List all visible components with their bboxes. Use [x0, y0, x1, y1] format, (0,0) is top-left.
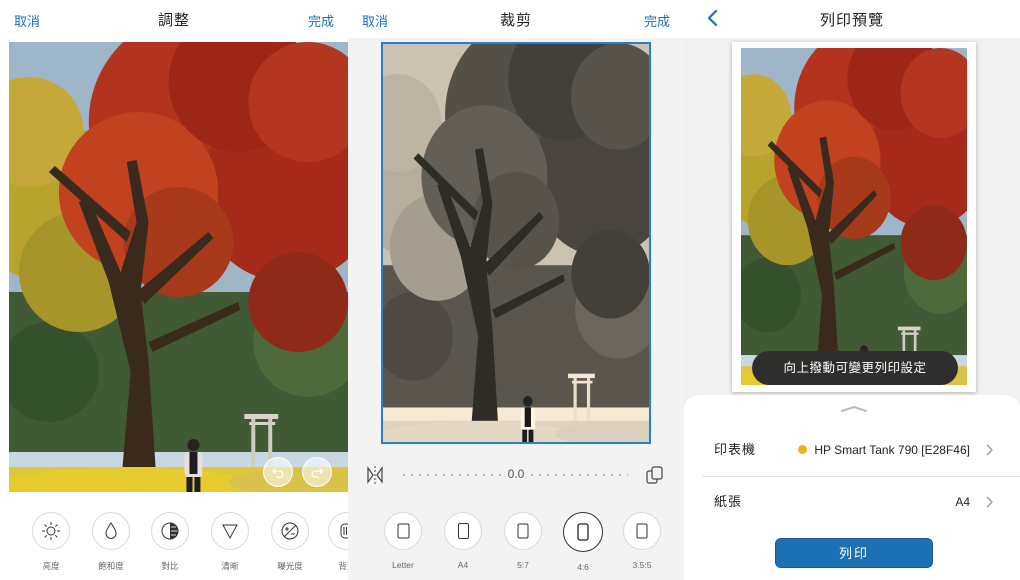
sun-icon [32, 512, 70, 550]
undo-button[interactable] [263, 457, 293, 487]
exposure-icon [271, 512, 309, 550]
adjust-title: 調整 [157, 12, 190, 29]
adjust-screen: 取消 調整 完成 亮度 飽和度 對比 清晰 曝光度 背 [0, 0, 348, 580]
tool-saturation[interactable]: 飽和度 [83, 512, 139, 572]
tool-label: 曝光度 [277, 561, 303, 571]
tool-label: 對比 [161, 561, 179, 571]
swipe-tooltip: 向上撥動可變更列印設定 [752, 351, 958, 385]
printer-label: 印表機 [714, 442, 757, 457]
crop-screen: 取消 裁剪 完成 0.0 Letter A4 5:7 4:6 3.5:5 [348, 0, 684, 580]
portrait-rect-icon [563, 512, 603, 552]
aspect-letter[interactable]: Letter [375, 512, 431, 570]
tool-label: 清晰 [221, 561, 239, 571]
portrait-rect-icon [504, 512, 542, 550]
aspect-ratio-row: Letter A4 5:7 4:6 3.5:5 [348, 512, 684, 580]
preview-topbar: 列印預覽 [684, 0, 1020, 38]
aspect-4-6[interactable]: 4:6 [555, 512, 611, 572]
aspect-5-7[interactable]: 5:7 [495, 512, 551, 570]
contrast-icon [151, 512, 189, 550]
chevron-right-icon [986, 444, 993, 456]
portrait-rect-icon [444, 512, 482, 550]
adjust-done-button[interactable]: 完成 [308, 11, 334, 30]
paper-value: A4 [955, 495, 970, 509]
adjust-topbar: 取消 調整 完成 [0, 0, 348, 38]
tool-label: 背形 [338, 561, 348, 571]
crop-done-button[interactable]: 完成 [644, 11, 670, 30]
undo-icon [271, 468, 284, 478]
aspect-a4[interactable]: A4 [435, 512, 491, 570]
tool-clarity[interactable]: 清晰 [202, 512, 258, 572]
print-button[interactable]: 列印 [775, 538, 933, 568]
tool-vignette[interactable]: 背形 [319, 512, 348, 572]
redo-button[interactable] [302, 457, 332, 487]
print-preview-page [732, 42, 976, 392]
crop-topbar: 取消 裁剪 完成 [348, 0, 684, 38]
drag-handle-icon[interactable] [840, 405, 868, 413]
portrait-rect-icon [384, 512, 422, 550]
aspect-label: A4 [457, 560, 469, 570]
preview-title: 列印預覽 [819, 12, 884, 29]
rotate-icon[interactable] [644, 464, 666, 486]
tool-exposure[interactable]: 曝光度 [262, 512, 318, 572]
portrait-rect-icon [623, 512, 661, 550]
aspect-label: 5:7 [517, 560, 529, 570]
tool-label: 飽和度 [98, 561, 124, 571]
paper-label: 紙張 [714, 494, 743, 509]
printer-status-dot [798, 445, 808, 454]
printer-value: HP Smart Tank 790 [E28F46] [814, 443, 970, 457]
tool-label: 亮度 [42, 561, 60, 571]
redo-icon [311, 468, 324, 478]
chevron-right-icon [986, 496, 993, 508]
adjust-photo [9, 42, 348, 492]
rotation-slider[interactable]: 0.0 [348, 452, 684, 498]
aspect-label: 3.5:5 [632, 560, 652, 570]
tool-brightness[interactable]: 亮度 [23, 512, 79, 572]
printer-row[interactable]: 印表機 HP Smart Tank 790 [E28F46] [684, 425, 1020, 475]
droplet-icon [92, 512, 130, 550]
crop-title: 裁剪 [499, 12, 532, 29]
vignette-icon [328, 512, 348, 550]
crop-photo [382, 43, 650, 443]
print-preview-screen: 列印預覽 向上撥動可變更列印設定 印表機 HP Smart Tank 790 [… [684, 0, 1020, 580]
aspect-label: Letter [392, 560, 414, 570]
preview-photo [741, 48, 967, 385]
rotation-value: 0.0 [501, 467, 531, 481]
aspect-3-5-5[interactable]: 3.5:5 [614, 512, 670, 570]
tool-contrast[interactable]: 對比 [142, 512, 198, 572]
triangle-icon [211, 512, 249, 550]
adjust-tool-row: 亮度 飽和度 對比 清晰 曝光度 背 [0, 512, 348, 580]
aspect-label: 4:6 [577, 562, 589, 572]
paper-row[interactable]: 紙張 A4 [684, 477, 1020, 527]
